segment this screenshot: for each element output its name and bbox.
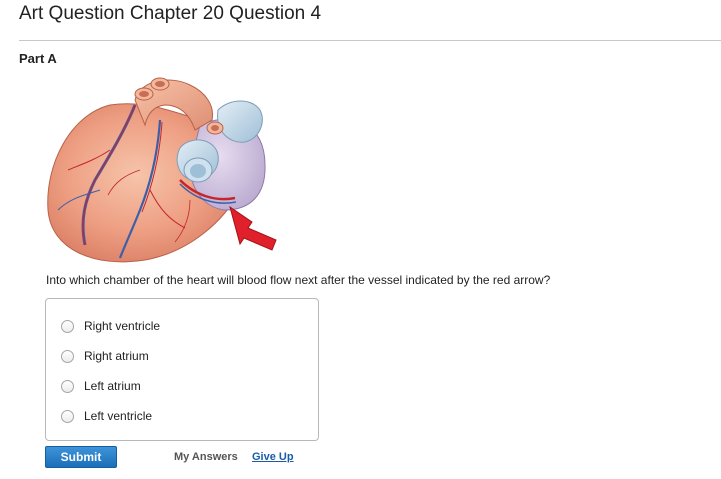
- choice-left-ventricle[interactable]: Left ventricle: [61, 406, 152, 426]
- give-up-link[interactable]: Give Up: [252, 451, 294, 463]
- radio-button[interactable]: [61, 349, 74, 363]
- choice-label: Right ventricle: [84, 319, 161, 333]
- part-label: Part A: [19, 51, 57, 66]
- my-answers-link[interactable]: My Answers: [174, 451, 238, 463]
- radio-button[interactable]: [61, 379, 74, 393]
- title-divider: [19, 40, 721, 41]
- submit-button[interactable]: Submit: [45, 446, 117, 468]
- heart-illustration: [47, 77, 277, 263]
- choice-label: Left ventricle: [84, 409, 153, 423]
- page-title: Art Question Chapter 20 Question 4: [19, 3, 322, 24]
- question-text: Into which chamber of the heart will blo…: [46, 273, 551, 287]
- choice-right-atrium[interactable]: Right atrium: [61, 346, 149, 366]
- radio-button[interactable]: [61, 319, 74, 333]
- red-arrow-icon: [229, 205, 277, 251]
- choice-label: Left atrium: [84, 379, 141, 393]
- choice-right-ventricle[interactable]: Right ventricle: [61, 316, 160, 336]
- choice-label: Right atrium: [84, 349, 149, 363]
- choice-left-atrium[interactable]: Left atrium: [61, 376, 141, 396]
- radio-button[interactable]: [61, 409, 74, 423]
- answer-choices: Right ventricle Right atrium Left atrium…: [45, 298, 319, 441]
